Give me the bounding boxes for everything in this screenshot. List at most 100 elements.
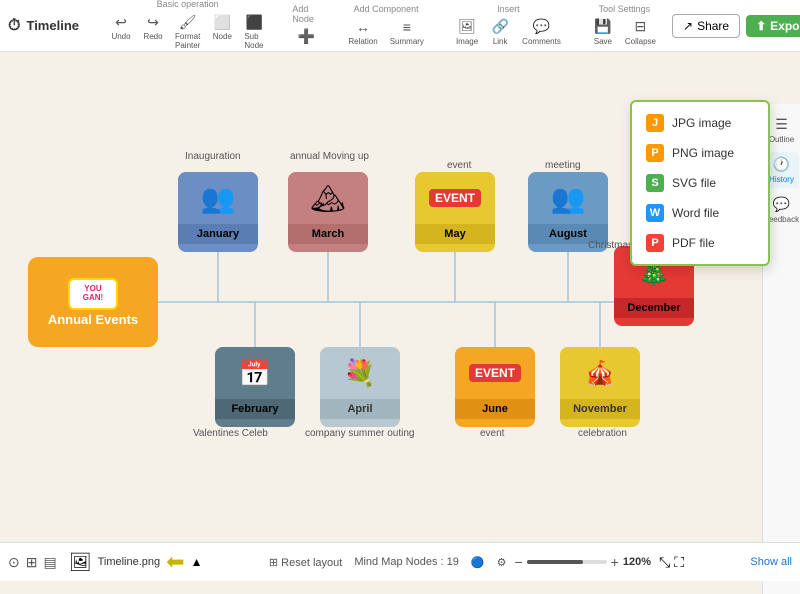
svg-icon: S bbox=[646, 174, 664, 192]
bottom-icon-3[interactable]: ▤ bbox=[43, 554, 56, 571]
zoom-level-label: 120% bbox=[623, 556, 651, 568]
may-icon: EVENT bbox=[415, 172, 495, 224]
export-jpg-item[interactable]: J JPG image bbox=[632, 108, 768, 138]
yougain-badge: YOUGAN! bbox=[68, 278, 118, 310]
february-node[interactable]: 📅 February bbox=[215, 347, 295, 427]
relation-icon: ↔ bbox=[354, 18, 372, 36]
reset-layout-button[interactable]: ⊞ Reset layout bbox=[269, 556, 342, 569]
march-node[interactable]: 🏔 March bbox=[288, 172, 368, 252]
jpg-label: JPG image bbox=[672, 116, 731, 130]
timeline-icon: ⏱ bbox=[8, 17, 20, 35]
format-painter-icon: 🖌 bbox=[179, 13, 197, 31]
main-area: YOUGAN! Annual Events Inauguration annua… bbox=[0, 52, 800, 542]
bottom-center: ⊞ Reset layout Mind Map Nodes : 19 🔵 ⚙ bbox=[269, 556, 507, 569]
summary-button[interactable]: ≡ Summary bbox=[386, 16, 428, 48]
may-node[interactable]: EVENT May bbox=[415, 172, 495, 252]
june-node[interactable]: EVENT June bbox=[455, 347, 535, 427]
relation-button[interactable]: ↔ Relation bbox=[344, 16, 381, 48]
event-june-label: event bbox=[480, 428, 504, 439]
history-label: History bbox=[769, 175, 794, 184]
node-button[interactable]: ⬜ Node bbox=[208, 11, 236, 52]
february-icon: 📅 bbox=[215, 347, 295, 399]
image-button[interactable]: 🖼 Image bbox=[452, 16, 482, 48]
bottom-icon-2[interactable]: ⊞ bbox=[26, 554, 38, 571]
share-button[interactable]: ↗ Share bbox=[672, 14, 740, 38]
annual-moving-up-label: annual Moving up bbox=[290, 151, 369, 162]
feedback-icon: 💬 bbox=[773, 196, 790, 213]
add-component-buttons: ↔ Relation ≡ Summary bbox=[344, 16, 428, 48]
zoom-slider[interactable] bbox=[527, 560, 607, 564]
sub-node-icon: ⬛ bbox=[245, 13, 263, 31]
add-node-button[interactable]: ➕ bbox=[292, 26, 320, 48]
central-node[interactable]: YOUGAN! Annual Events bbox=[28, 257, 158, 347]
bottom-bar: ⊙ ⊞ ▤ 🖼 Timeline.png ⬅ ▲ ⊞ Reset layout … bbox=[0, 542, 800, 581]
export-dropdown: J JPG image P PNG image S SVG file W Wor… bbox=[630, 100, 770, 266]
zoom-slider-fill bbox=[527, 560, 583, 564]
march-label: March bbox=[288, 224, 368, 244]
february-label: February bbox=[215, 399, 295, 419]
sub-node-button[interactable]: ⬛ Sub Node bbox=[240, 11, 268, 52]
collapse-button[interactable]: ⊟ Collapse bbox=[621, 16, 660, 48]
settings-bottom-icon[interactable]: ⚙ bbox=[497, 556, 507, 569]
add-component-section: Add Component ↔ Relation ≡ Summary bbox=[344, 4, 428, 48]
bottom-icon-1[interactable]: ⊙ bbox=[8, 554, 20, 571]
file-name-label: Timeline.png bbox=[98, 556, 161, 568]
chevron-up-icon[interactable]: ▲ bbox=[191, 555, 203, 569]
export-word-item[interactable]: W Word file bbox=[632, 198, 768, 228]
january-node[interactable]: 👥 January bbox=[178, 172, 258, 252]
insert-label: Insert bbox=[497, 4, 520, 14]
export-svg-item[interactable]: S SVG file bbox=[632, 168, 768, 198]
collapse-icon: ⊟ bbox=[631, 18, 649, 36]
export-png-item[interactable]: P PNG image bbox=[632, 138, 768, 168]
redo-icon: ↪ bbox=[144, 13, 162, 31]
april-icon: 💐 bbox=[320, 347, 400, 399]
show-all-button[interactable]: Show all bbox=[750, 556, 792, 568]
outline-label: Outline bbox=[769, 135, 794, 144]
image-icon: 🖼 bbox=[458, 18, 476, 36]
comments-icon: 💬 bbox=[533, 18, 551, 36]
central-node-label: Annual Events bbox=[48, 312, 138, 327]
november-icon: 🎪 bbox=[560, 347, 640, 399]
central-node-inner: YOUGAN! Annual Events bbox=[48, 278, 138, 327]
jpg-icon: J bbox=[646, 114, 664, 132]
save-button[interactable]: 💾 Save bbox=[589, 16, 617, 48]
june-icon: EVENT bbox=[455, 347, 535, 399]
mind-map-nodes-info: Mind Map Nodes : 19 bbox=[354, 556, 459, 568]
zoom-out-button[interactable]: − bbox=[514, 554, 522, 570]
add-node-buttons: ➕ bbox=[292, 26, 320, 48]
undo-button[interactable]: ↩ Undo bbox=[107, 11, 135, 52]
node-count-icon: 🔵 bbox=[471, 556, 485, 569]
undo-icon: ↩ bbox=[112, 13, 130, 31]
export-pdf-item[interactable]: P PDF file bbox=[632, 228, 768, 258]
share-icon: ↗ bbox=[683, 19, 693, 33]
march-icon: 🏔 bbox=[288, 172, 368, 224]
export-button[interactable]: ⬆ Export bbox=[746, 15, 800, 37]
expand-icons: ⤡ ⛶ bbox=[659, 554, 684, 571]
format-painter-button[interactable]: 🖌 Format Painter bbox=[171, 11, 204, 52]
company-summer-label: company summer outing bbox=[305, 428, 415, 439]
tool-settings-section: Tool Settings 💾 Save ⊟ Collapse bbox=[589, 4, 660, 48]
inauguration-label: Inauguration bbox=[185, 151, 241, 162]
april-node[interactable]: 💐 April bbox=[320, 347, 400, 427]
zoom-in-button[interactable]: + bbox=[611, 554, 619, 570]
add-component-label: Add Component bbox=[354, 4, 419, 14]
pdf-label: PDF file bbox=[672, 236, 715, 250]
november-node[interactable]: 🎪 November bbox=[560, 347, 640, 427]
valentines-label: Valentines Celeb bbox=[193, 428, 268, 439]
file-notification: 🖼 Timeline.png ⬅ ▲ bbox=[69, 549, 203, 575]
april-label: April bbox=[320, 399, 400, 419]
celebration-label: celebration bbox=[578, 428, 627, 439]
word-label: Word file bbox=[672, 206, 719, 220]
toolbar: ⏱ Timeline Basic operation ↩ Undo ↪ Redo… bbox=[0, 0, 800, 52]
expand-icon-2[interactable]: ⛶ bbox=[674, 554, 684, 571]
november-label: November bbox=[560, 399, 640, 419]
app-title: ⏱ Timeline bbox=[8, 17, 79, 35]
file-type-icon: 🖼 bbox=[69, 552, 92, 573]
may-label: May bbox=[415, 224, 495, 244]
comments-button[interactable]: 💬 Comments bbox=[518, 16, 565, 48]
redo-button[interactable]: ↪ Redo bbox=[139, 11, 167, 52]
expand-icon-1[interactable]: ⤡ bbox=[659, 554, 670, 571]
history-icon: 🕐 bbox=[773, 156, 790, 173]
link-button[interactable]: 🔗 Link bbox=[486, 16, 514, 48]
basic-operation-buttons: ↩ Undo ↪ Redo 🖌 Format Painter ⬜ Node ⬛ … bbox=[107, 11, 268, 52]
